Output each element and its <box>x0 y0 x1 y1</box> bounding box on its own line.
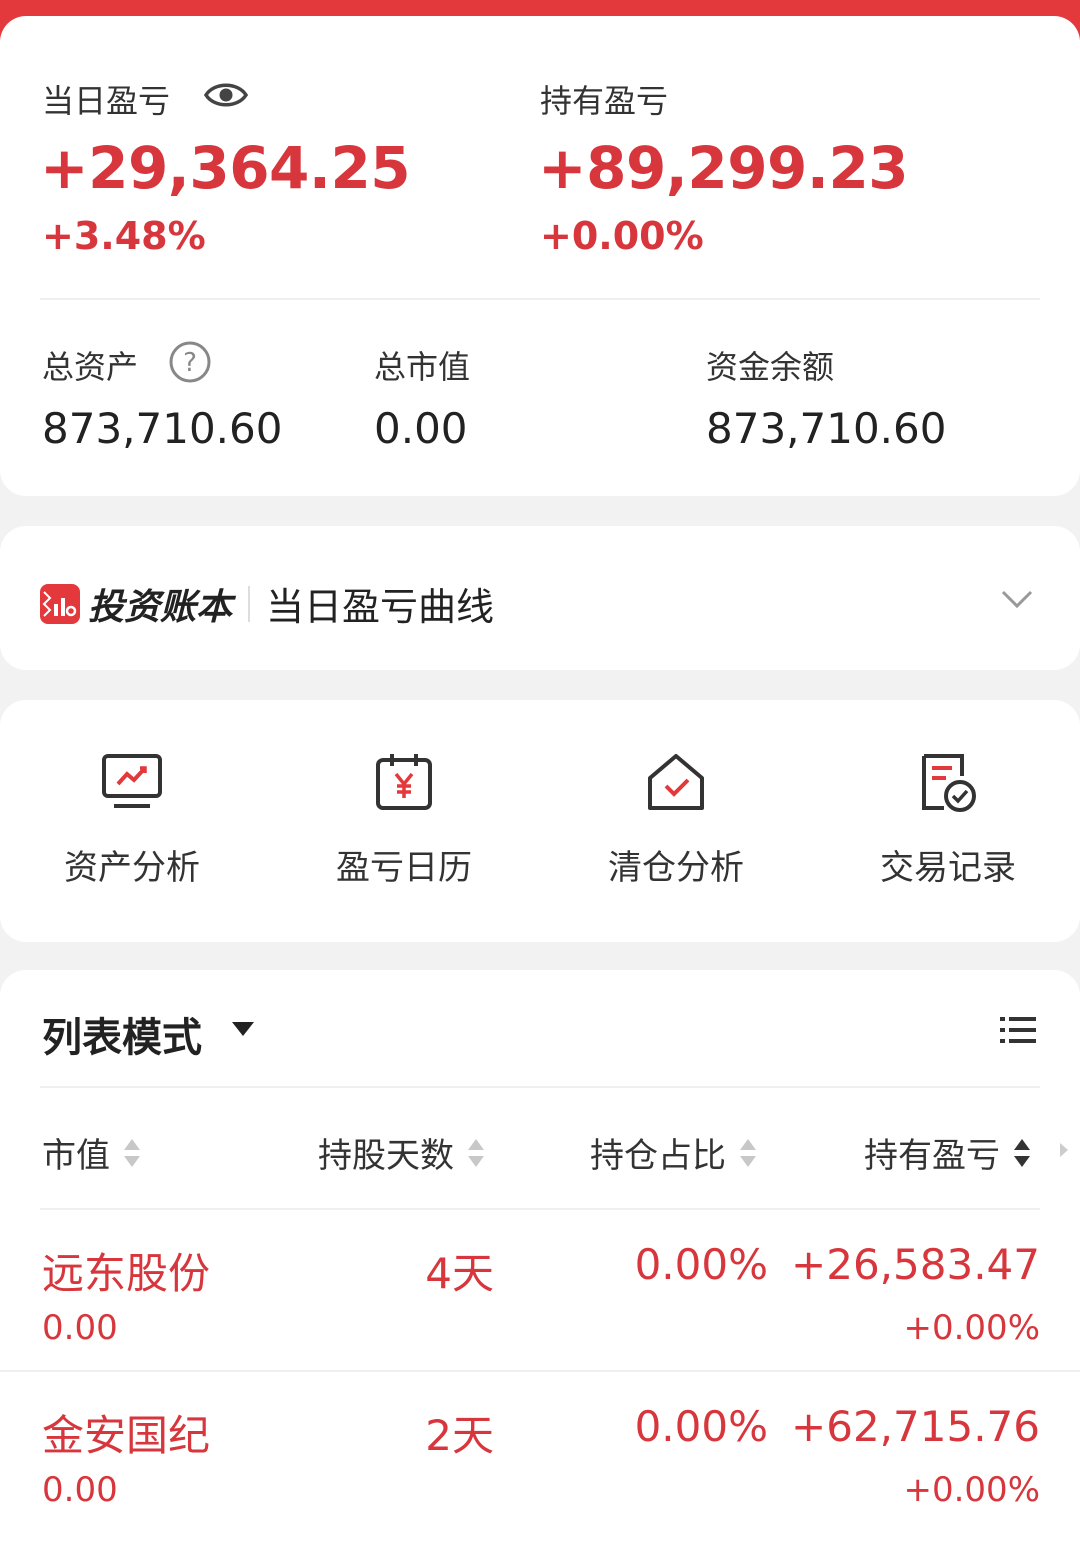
row-divider <box>0 1370 1080 1372</box>
list-header-divider <box>40 1086 1040 1088</box>
stock-name: 金安国纪 <box>42 1411 211 1460</box>
sort-icon <box>740 1136 756 1170</box>
daily-pnl-label: 当日盈亏 <box>42 82 171 120</box>
holding-pnl: +62,715.76 <box>791 1402 1040 1451</box>
tool-trade-records[interactable]: 交易记录 <box>848 750 1048 889</box>
column-label: 持仓占比 <box>590 1136 726 1176</box>
column-header-holding-pnl[interactable]: 持有盈亏 <box>864 1128 1030 1177</box>
sort-icon <box>468 1136 484 1170</box>
tool-asset-analysis[interactable]: 资产分析 <box>32 750 232 889</box>
svg-text:?: ? <box>183 348 197 378</box>
holding-pnl: +26,583.47 <box>791 1240 1040 1289</box>
stock-market-value: 0.00 <box>42 1470 118 1510</box>
holding-pnl-percent: +0.00% <box>903 1470 1041 1510</box>
tool-label: 交易记录 <box>880 848 1016 888</box>
holding-pnl-value: +89,299.23 <box>538 134 909 202</box>
holding-pnl-percent: +0.00% <box>903 1308 1041 1348</box>
sort-icon <box>1014 1136 1030 1170</box>
house-check-icon <box>648 754 704 810</box>
column-label: 持股天数 <box>318 1136 454 1176</box>
tool-pnl-calendar[interactable]: 盈亏日历 <box>304 750 504 889</box>
eye-icon[interactable] <box>204 78 248 112</box>
stock-market-value: 0.00 <box>42 1308 118 1348</box>
column-header-holding-days[interactable]: 持股天数 <box>318 1128 484 1177</box>
holding-pnl-label: 持有盈亏 <box>540 82 669 120</box>
brand-separator <box>248 585 251 622</box>
help-icon[interactable]: ? <box>168 340 212 384</box>
total-assets-label: 总资产 <box>42 348 139 386</box>
caret-down-icon[interactable] <box>232 1022 254 1036</box>
list-view-icon[interactable] <box>998 1012 1038 1048</box>
ledger-logo-icon <box>40 583 80 624</box>
holding-days: 2天 <box>425 1411 494 1460</box>
holding-days: 4天 <box>425 1249 494 1298</box>
column-label: 市值 <box>42 1136 110 1176</box>
position-ratio: 0.00% <box>634 1402 768 1451</box>
holding-pnl-percent: +0.00% <box>540 214 704 258</box>
ledger-brand-name: 投资账本 <box>88 586 233 628</box>
tool-label: 清仓分析 <box>608 848 744 888</box>
pnl-curve-header: 投资账本 当日盈亏曲线 <box>40 576 494 631</box>
scroll-right-icon[interactable] <box>1060 1143 1068 1157</box>
summary-divider <box>40 298 1040 300</box>
yen-calendar-icon <box>376 754 432 810</box>
position-ratio: 0.00% <box>634 1240 768 1289</box>
stock-name: 远东股份 <box>42 1249 211 1298</box>
daily-pnl-percent: +3.48% <box>42 214 206 258</box>
document-check-icon <box>922 754 976 812</box>
pnl-curve-title: 当日盈亏曲线 <box>266 585 495 629</box>
tool-clearance-analysis[interactable]: 清仓分析 <box>576 750 776 889</box>
cash-balance-label: 资金余额 <box>706 348 835 386</box>
daily-pnl-value: +29,364.25 <box>40 134 411 202</box>
column-header-market-value[interactable]: 市值 <box>42 1128 140 1177</box>
tool-label: 盈亏日历 <box>336 848 472 888</box>
total-assets-value: 873,710.60 <box>42 404 283 453</box>
cash-balance-value: 873,710.60 <box>706 404 947 453</box>
sort-icon <box>124 1136 140 1170</box>
table-header-divider <box>40 1208 1040 1210</box>
market-value-value: 0.00 <box>374 404 468 453</box>
monitor-chart-icon <box>102 754 162 808</box>
column-label: 持有盈亏 <box>864 1136 1000 1176</box>
chevron-down-icon[interactable] <box>1000 582 1034 616</box>
tool-label: 资产分析 <box>64 848 200 888</box>
market-value-label: 总市值 <box>374 348 471 386</box>
column-header-position-ratio[interactable]: 持仓占比 <box>590 1128 756 1177</box>
list-mode-selector[interactable]: 列表模式 <box>42 1005 202 1063</box>
